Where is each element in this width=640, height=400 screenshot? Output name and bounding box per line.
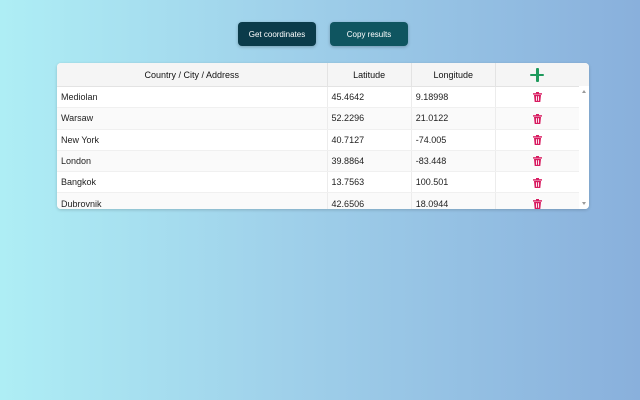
trash-icon[interactable] [532, 177, 542, 188]
trash-icon[interactable] [532, 113, 542, 124]
plus-icon[interactable] [530, 67, 545, 82]
cell-location[interactable]: London [57, 150, 328, 173]
header-actions [495, 63, 579, 87]
header-longitude: Longitude [411, 63, 496, 87]
table-row: Dubrovnik 42.6506 18.0944 [57, 192, 579, 209]
cell-location[interactable]: Warsaw [57, 107, 328, 130]
cell-location[interactable]: Bangkok [57, 171, 328, 194]
cell-latitude[interactable]: 45.4642 [327, 86, 412, 109]
coordinates-table: Country / City / Address Latitude Longit… [57, 63, 579, 209]
trash-icon[interactable] [532, 135, 542, 146]
cell-actions [495, 150, 579, 173]
cell-location[interactable]: New York [57, 129, 328, 151]
header-corner [579, 63, 589, 87]
cell-actions [495, 192, 579, 209]
table-row: London 39.8864 -83.448 [57, 150, 579, 173]
cell-longitude[interactable]: 100.501 [411, 171, 496, 194]
cell-actions [495, 107, 579, 130]
cell-location[interactable]: Mediolan [57, 86, 328, 109]
cell-location[interactable]: Dubrovnik [57, 192, 328, 209]
cell-longitude[interactable]: -83.448 [411, 150, 496, 173]
cell-longitude[interactable]: -74.005 [411, 129, 496, 151]
scroll-down-icon[interactable] [582, 202, 586, 205]
trash-icon[interactable] [532, 156, 542, 167]
cell-actions [495, 86, 579, 109]
table-row: Mediolan 45.4642 9.18998 [57, 86, 579, 109]
copy-results-button[interactable]: Copy results [330, 22, 408, 46]
cell-latitude[interactable]: 42.6506 [327, 192, 412, 209]
table-row: Bangkok 13.7563 100.501 [57, 171, 579, 194]
header-latitude: Latitude [327, 63, 412, 87]
cell-latitude[interactable]: 40.7127 [327, 129, 412, 151]
cell-actions [495, 171, 579, 194]
cell-longitude[interactable]: 21.0122 [411, 107, 496, 130]
table-row: New York 40.7127 -74.005 [57, 129, 579, 151]
get-coordinates-button[interactable]: Get coordinates [238, 22, 316, 46]
cell-latitude[interactable]: 39.8864 [327, 150, 412, 173]
cell-longitude[interactable]: 18.0944 [411, 192, 496, 209]
cell-actions [495, 129, 579, 151]
cell-latitude[interactable]: 13.7563 [327, 171, 412, 194]
trash-icon[interactable] [532, 198, 542, 209]
table-scrollbar[interactable] [579, 86, 589, 209]
table-row: Warsaw 52.2296 21.0122 [57, 107, 579, 130]
trash-icon[interactable] [532, 92, 542, 103]
header-location: Country / City / Address [57, 63, 328, 87]
table-header-row: Country / City / Address Latitude Longit… [57, 63, 579, 87]
scroll-up-icon[interactable] [582, 90, 586, 93]
cell-longitude[interactable]: 9.18998 [411, 86, 496, 109]
cell-latitude[interactable]: 52.2296 [327, 107, 412, 130]
coordinates-table-card: Country / City / Address Latitude Longit… [57, 63, 589, 209]
